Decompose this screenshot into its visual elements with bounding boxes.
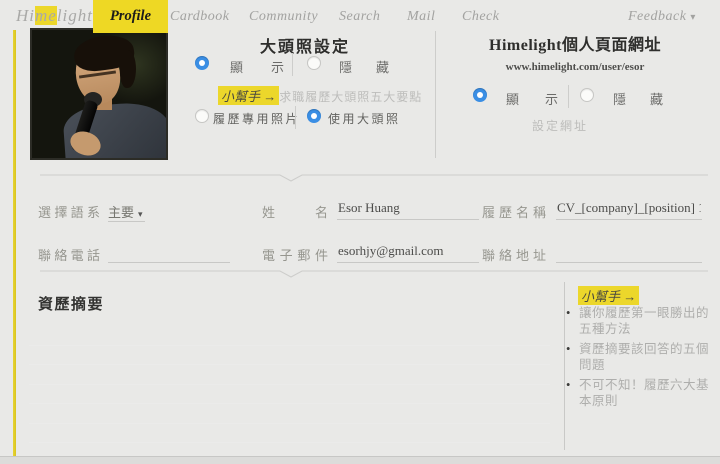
- name-field[interactable]: [337, 200, 479, 220]
- summary-title: 資歷摘要: [38, 297, 105, 313]
- himelight-profile-page: Himelight Profile Cardbook Community Sea…: [0, 0, 720, 464]
- nav-item-search[interactable]: Search: [339, 9, 380, 25]
- address-field[interactable]: [556, 243, 702, 263]
- nav-item-feedback[interactable]: Feedback ▾: [628, 9, 696, 25]
- name-label: 姓名: [262, 205, 328, 220]
- avatar-settings-title: 大頭照設定: [259, 39, 350, 56]
- chevron-down-icon: ▾: [138, 209, 143, 219]
- resume-name-label: 履歷名稱: [482, 205, 546, 220]
- summary-helper-chip: 小幫手 →: [578, 286, 640, 305]
- personal-url-title: Himelight個人頁面網址: [489, 37, 661, 54]
- personal-url-value: www.himelight.com/user/esor: [505, 61, 645, 73]
- radio-url-hide[interactable]: [580, 88, 594, 102]
- option-divider: [568, 85, 569, 108]
- radio-use-avatar[interactable]: [307, 109, 321, 123]
- avatar-helper-text[interactable]: 求職履歷大頭照五大要點: [279, 90, 422, 104]
- helper-article-link[interactable]: 不可不知！履歷六大基本原則: [566, 377, 712, 409]
- helper-article-link[interactable]: 讓你履歷第一眼勝出的五種方法: [566, 305, 712, 337]
- helper-article-link[interactable]: 資歷摘要該回答的五個問題: [566, 341, 712, 373]
- set-url-link[interactable]: 設定網址: [425, 117, 695, 134]
- avatar-hide-label[interactable]: 隱藏: [339, 57, 389, 76]
- nav-tab-profile[interactable]: Profile: [93, 0, 168, 33]
- chevron-down-icon: ▾: [690, 12, 696, 23]
- radio-avatar-show[interactable]: [195, 56, 209, 70]
- language-underline: [108, 221, 145, 222]
- feedback-label: Feedback: [628, 9, 687, 24]
- logo-text: Hi: [16, 6, 35, 25]
- url-show-label[interactable]: 顯示: [506, 89, 558, 108]
- email-label: 電子郵件: [262, 248, 328, 263]
- top-section-divider: [435, 31, 436, 158]
- rule-line: [29, 345, 550, 346]
- profile-photo[interactable]: [30, 28, 168, 160]
- option-divider: [295, 106, 296, 129]
- rule-line: [29, 442, 550, 443]
- phone-label: 聯絡電話: [38, 248, 100, 263]
- photo-hair: [120, 50, 136, 88]
- radio-url-show[interactable]: [473, 88, 487, 102]
- phone-field[interactable]: [108, 243, 230, 263]
- section-divider-chevron-icon[interactable]: [40, 266, 708, 278]
- nav-item-community[interactable]: Community: [249, 9, 318, 25]
- url-hide-label[interactable]: 隱藏: [613, 89, 663, 108]
- logo-highlight: me: [35, 6, 57, 25]
- helper-column-divider: [564, 282, 565, 450]
- address-label: 聯絡地址: [482, 248, 546, 263]
- left-accent-bar: [13, 30, 16, 456]
- nav-item-check[interactable]: Check: [462, 9, 499, 25]
- use-avatar-label[interactable]: 使用大頭照: [328, 110, 401, 127]
- option-divider: [292, 53, 293, 76]
- language-dropdown[interactable]: 主要 ▾: [108, 202, 143, 221]
- helper-article-list: 讓你履歷第一眼勝出的五種方法 資歷摘要該回答的五個問題 不可不知！履歷六大基本原…: [566, 305, 712, 413]
- email-field[interactable]: [337, 243, 479, 263]
- rule-line: [29, 423, 550, 424]
- summary-helper-link[interactable]: 小幫手 →: [578, 286, 640, 306]
- radio-resume-photo[interactable]: [195, 109, 209, 123]
- rule-line: [29, 403, 550, 404]
- language-value: 主要: [108, 205, 135, 220]
- rule-line: [29, 364, 550, 365]
- avatar-helper-row: 小幫手 → 求職履歷大頭照五大要點: [218, 86, 422, 106]
- resume-name-field[interactable]: [556, 200, 702, 220]
- nav-item-mail[interactable]: Mail: [407, 9, 435, 25]
- logo-text: light: [56, 6, 93, 25]
- himelight-logo[interactable]: Himelight: [16, 6, 93, 26]
- language-label: 選擇語系: [38, 205, 100, 220]
- nav-item-cardbook[interactable]: Cardbook: [170, 9, 229, 25]
- resume-photo-label[interactable]: 履歷專用照片: [213, 110, 300, 127]
- rule-line: [29, 384, 550, 385]
- avatar-show-label[interactable]: 顯示: [230, 57, 284, 76]
- avatar-helper-link[interactable]: 小幫手 →: [218, 86, 280, 105]
- page-bottom-strip: [0, 456, 720, 464]
- section-divider-chevron-icon[interactable]: [40, 170, 708, 182]
- radio-avatar-hide[interactable]: [307, 56, 321, 70]
